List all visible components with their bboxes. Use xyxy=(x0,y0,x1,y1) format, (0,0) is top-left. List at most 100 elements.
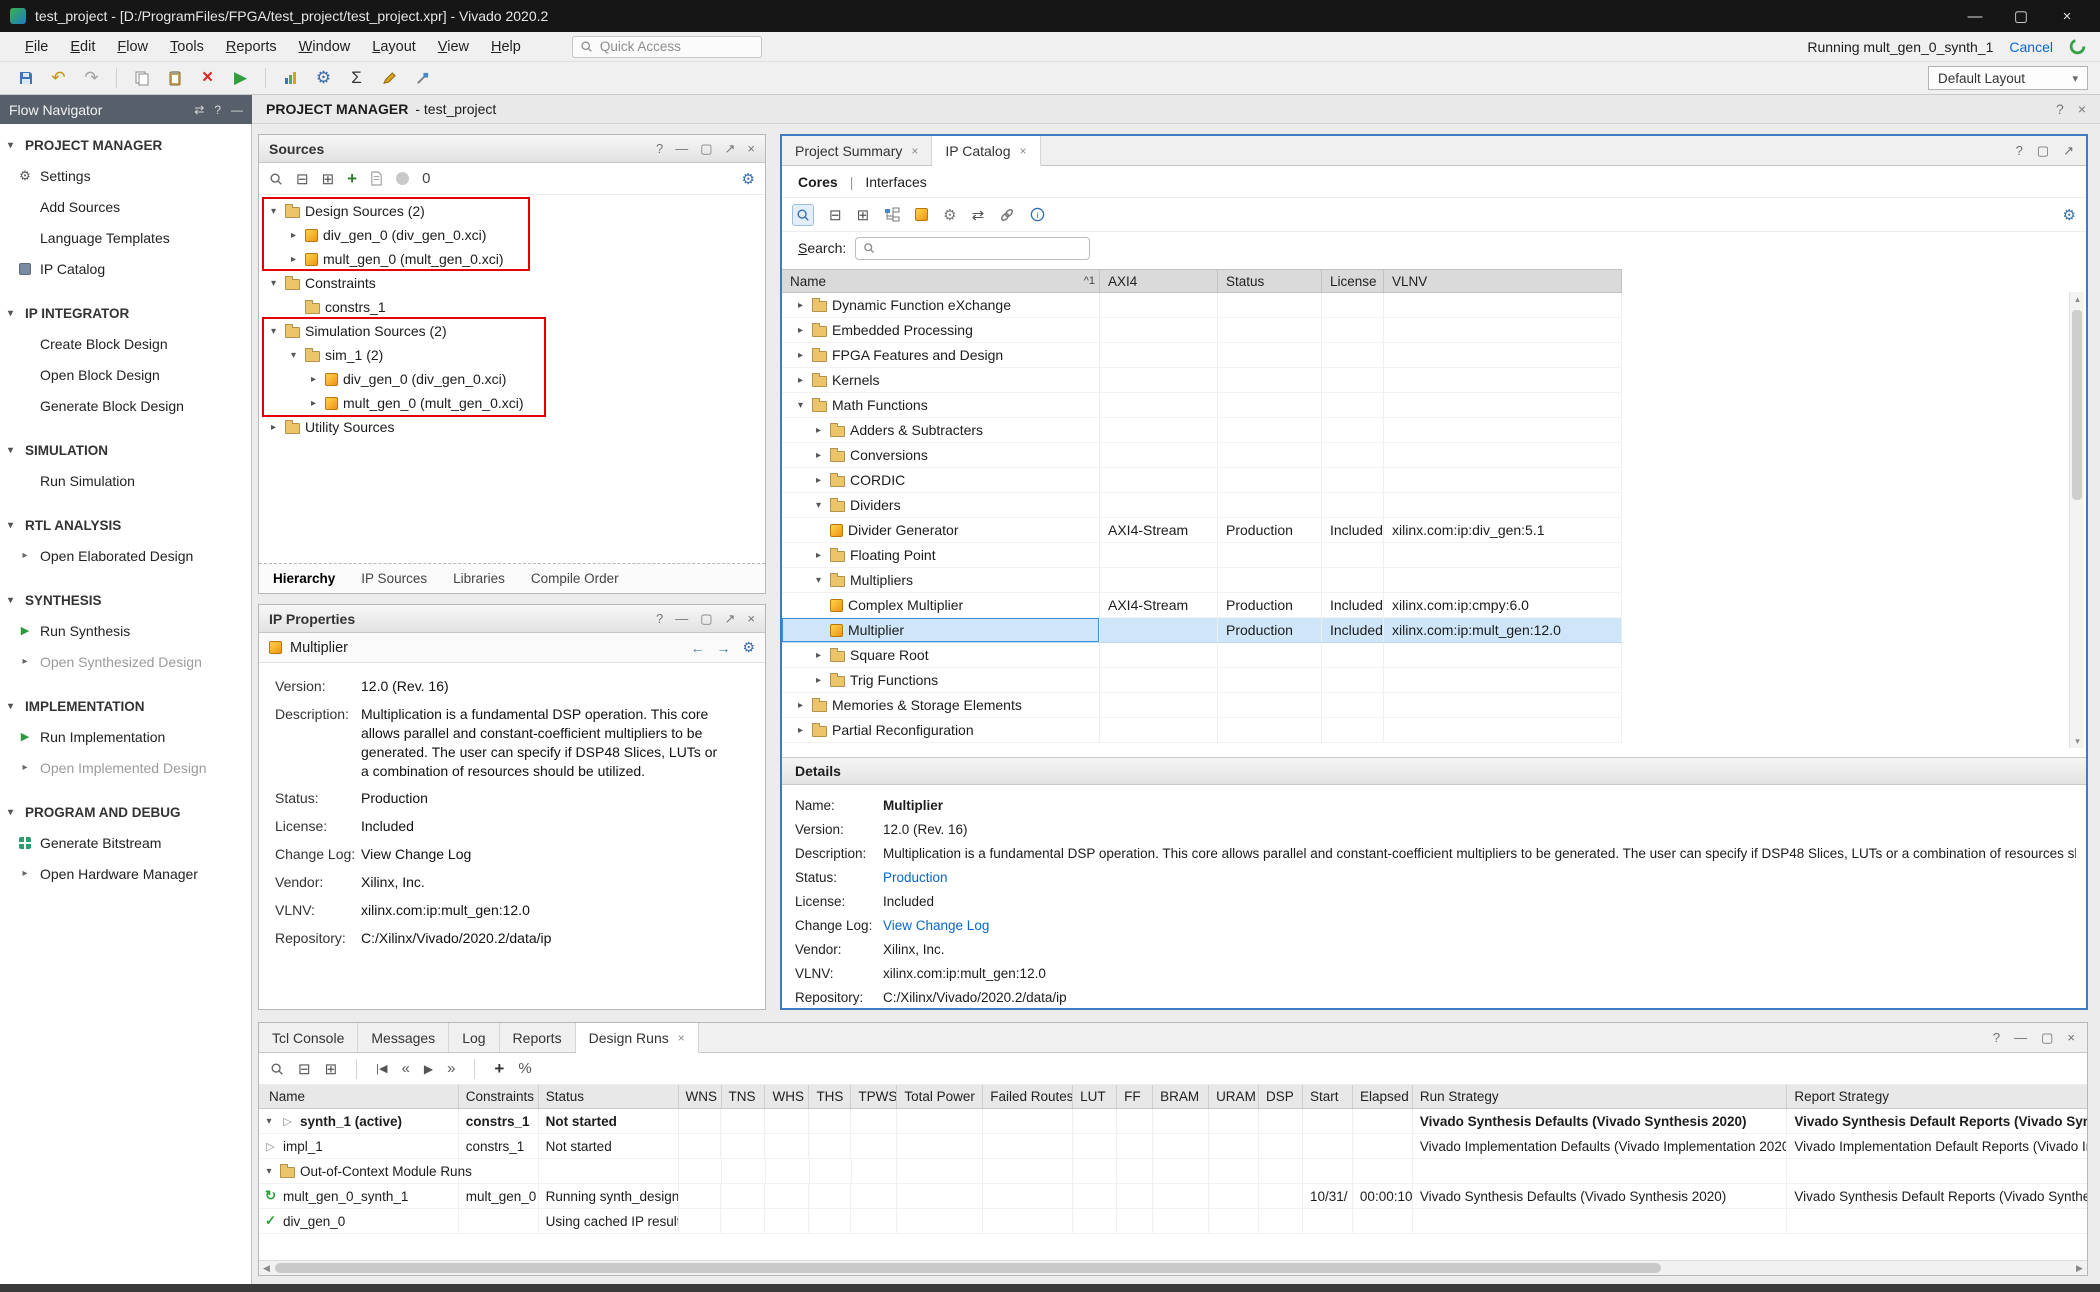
column-header[interactable]: Report Strategy xyxy=(1787,1085,2087,1108)
reset-runs-icon[interactable]: |◀ xyxy=(376,1062,387,1075)
chevron-right-icon[interactable]: ▸ xyxy=(794,725,807,736)
catalog-row-memories-storage[interactable]: ▸Memories & Storage Elements xyxy=(782,693,1622,718)
chevron-right-icon[interactable]: ▸ xyxy=(812,450,825,461)
help-icon[interactable]: ? xyxy=(2016,143,2023,158)
chevron-right-icon[interactable]: ▸ xyxy=(812,425,825,436)
column-header-name[interactable]: Name ^1 xyxy=(782,270,1100,292)
tab-messages[interactable]: Messages xyxy=(358,1023,449,1052)
add-sources-icon[interactable]: + xyxy=(347,169,357,189)
collapse-all-icon[interactable]: ⊟ xyxy=(829,206,842,224)
message-filter-icon[interactable] xyxy=(396,172,409,185)
chevron-right-icon[interactable]: ▸ xyxy=(267,422,280,433)
flow-nav-item-generate-block-design[interactable]: Generate Block Design xyxy=(0,390,251,421)
minimize-panel-icon[interactable]: — xyxy=(231,103,243,117)
tree-row-utility-sources[interactable]: ▸ Utility Sources xyxy=(259,415,765,439)
column-header[interactable]: WHS xyxy=(765,1085,809,1108)
chevron-right-icon[interactable]: ▸ xyxy=(287,254,300,265)
design-run-row-div-gen[interactable]: ✓div_gen_0 Using cached IP results xyxy=(259,1209,2087,1234)
chevron-right-icon[interactable]: ▸ xyxy=(794,350,807,361)
tab-ip-catalog[interactable]: IP Catalog × xyxy=(932,136,1040,166)
gear-icon[interactable]: ⚙ xyxy=(2063,206,2076,224)
tab-libraries[interactable]: Libraries xyxy=(453,571,505,586)
forward-icon[interactable]: → xyxy=(716,639,730,656)
column-header[interactable]: LUT xyxy=(1073,1085,1117,1108)
minimize-panel-icon[interactable]: — xyxy=(2014,1030,2027,1045)
catalog-vertical-scrollbar[interactable]: ▴ ▾ xyxy=(2069,292,2084,748)
scrollbar-thumb[interactable] xyxy=(2072,310,2082,500)
catalog-row-adders-subtracters[interactable]: ▸Adders & Subtracters xyxy=(782,418,1622,443)
launch-runs-icon[interactable]: ▶ xyxy=(424,1062,433,1076)
chevron-down-icon[interactable]: ▾ xyxy=(794,400,807,411)
horizontal-scrollbar[interactable]: ◀ ▶ xyxy=(259,1260,2087,1275)
chevron-down-icon[interactable]: ▾ xyxy=(267,206,280,217)
close-panel-icon[interactable]: × xyxy=(747,141,755,157)
field-value-status[interactable]: Production xyxy=(361,789,428,808)
flow-nav-item-open-elaborated-design[interactable]: ▸ Open Elaborated Design xyxy=(0,540,251,571)
catalog-row-conversions[interactable]: ▸Conversions xyxy=(782,443,1622,468)
paste-icon[interactable] xyxy=(161,65,188,91)
view-change-log-link[interactable]: View Change Log xyxy=(883,918,989,933)
compare-icon[interactable]: ⇄ xyxy=(972,206,985,224)
minimize-button[interactable]: — xyxy=(1952,0,1998,32)
copy-icon[interactable] xyxy=(128,65,155,91)
catalog-row-embedded-processing[interactable]: ▸Embedded Processing xyxy=(782,318,1622,343)
settings-gear-icon[interactable]: ⚙ xyxy=(310,65,337,91)
redo-icon[interactable]: ↷ xyxy=(78,65,105,91)
help-icon[interactable]: ? xyxy=(214,103,221,117)
view-interfaces[interactable]: Interfaces xyxy=(865,174,926,190)
document-icon[interactable] xyxy=(370,171,383,186)
tree-row-simulation-sources[interactable]: ▾ Simulation Sources (2) xyxy=(259,319,765,343)
expand-all-icon[interactable]: ⊞ xyxy=(322,170,335,188)
flow-nav-item-settings[interactable]: ⚙ Settings xyxy=(0,160,251,191)
design-run-row-synth-1[interactable]: ▾▷synth_1 (active) constrs_1 Not started… xyxy=(259,1109,2087,1134)
catalog-row-dividers[interactable]: ▾Dividers xyxy=(782,493,1622,518)
design-run-row-ooc-group[interactable]: ▾Out-of-Context Module Runs xyxy=(259,1159,2087,1184)
maximize-panel-icon[interactable]: ▢ xyxy=(2041,1030,2053,1046)
maximize-button[interactable]: ▢ xyxy=(1998,0,2044,32)
catalog-row-trig-functions[interactable]: ▸Trig Functions xyxy=(782,668,1622,693)
menu-tools[interactable]: Tools xyxy=(159,35,215,59)
delete-icon[interactable]: × xyxy=(194,65,221,91)
pencil-icon[interactable] xyxy=(376,65,403,91)
undo-icon[interactable]: ↶ xyxy=(45,65,72,91)
tree-row-sim-1[interactable]: ▾ sim_1 (2) xyxy=(259,343,765,367)
tree-row-sim-mult-gen[interactable]: ▸ mult_gen_0 (mult_gen_0.xci) xyxy=(259,391,765,415)
close-icon[interactable]: × xyxy=(2078,101,2086,117)
collapse-all-icon[interactable]: ⊟ xyxy=(296,170,309,188)
design-run-row-mult-gen-synth[interactable]: ↻mult_gen_0_synth_1 mult_gen_0 Running s… xyxy=(259,1184,2087,1209)
column-header-status[interactable]: Status xyxy=(1218,270,1322,292)
scroll-right-icon[interactable]: ▶ xyxy=(2072,1261,2087,1275)
detail-value-status[interactable]: Production xyxy=(883,870,948,885)
column-header[interactable]: DSP xyxy=(1259,1085,1303,1108)
chevron-down-icon[interactable]: ▾ xyxy=(263,1116,275,1127)
catalog-row-square-root[interactable]: ▸Square Root xyxy=(782,643,1622,668)
help-icon[interactable]: ? xyxy=(656,611,663,627)
catalog-row-complex-multiplier[interactable]: Complex Multiplier AXI4-Stream Productio… xyxy=(782,593,1622,618)
column-header-license[interactable]: License xyxy=(1322,270,1384,292)
chevron-right-icon[interactable]: ▸ xyxy=(812,675,825,686)
chevron-right-icon[interactable]: ▸ xyxy=(287,230,300,241)
tab-reports[interactable]: Reports xyxy=(500,1023,576,1052)
add-ip-icon[interactable] xyxy=(915,208,928,221)
flow-nav-item-language-templates[interactable]: Language Templates xyxy=(0,222,251,253)
expand-all-icon[interactable]: ⊞ xyxy=(857,206,870,224)
float-panel-icon[interactable]: ↗ xyxy=(2063,143,2074,159)
flow-nav-item-create-block-design[interactable]: Create Block Design xyxy=(0,328,251,359)
catalog-row-partial-reconfiguration[interactable]: ▸Partial Reconfiguration xyxy=(782,718,1622,743)
catalog-row-dynamic-function-exchange[interactable]: ▸Dynamic Function eXchange xyxy=(782,293,1622,318)
menu-window[interactable]: Window xyxy=(288,35,362,59)
close-tab-icon[interactable]: × xyxy=(1020,144,1027,158)
menu-reports[interactable]: Reports xyxy=(215,35,288,59)
save-icon[interactable] xyxy=(12,65,39,91)
cancel-run-link[interactable]: Cancel xyxy=(2009,39,2053,55)
gear-icon[interactable]: ⚙ xyxy=(742,170,755,188)
design-run-row-impl-1[interactable]: ▷impl_1 constrs_1 Not started Vivado Imp… xyxy=(259,1134,2087,1159)
info-icon[interactable]: i xyxy=(1030,207,1045,222)
help-icon[interactable]: ? xyxy=(1993,1030,2000,1045)
search-icon[interactable] xyxy=(792,204,814,226)
flow-nav-item-run-implementation[interactable]: ▶ Run Implementation xyxy=(0,721,251,752)
close-tab-icon[interactable]: × xyxy=(911,144,918,158)
chevron-right-icon[interactable]: ▸ xyxy=(307,374,320,385)
column-header[interactable]: WNS xyxy=(679,1085,722,1108)
chevron-down-icon[interactable]: ▾ xyxy=(267,278,280,289)
